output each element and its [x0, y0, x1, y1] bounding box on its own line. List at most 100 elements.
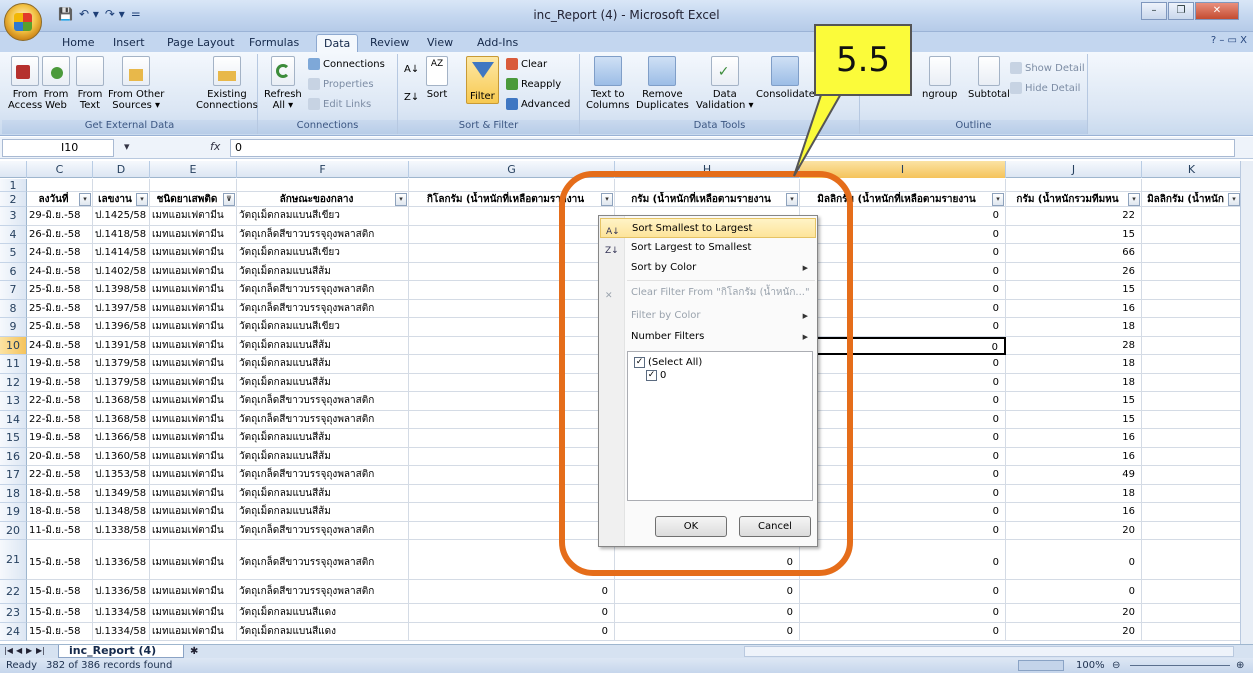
- connections-button[interactable]: Connections: [308, 58, 385, 70]
- cell-e14[interactable]: เมทแอมเฟตามีน: [150, 410, 237, 429]
- text-to-columns-button[interactable]: Text to Columns: [586, 56, 630, 111]
- cell-f8[interactable]: วัตถุเกล็ดสีขาวบรรจุถุงพลาสติก: [237, 299, 409, 318]
- cell-h24[interactable]: 0: [615, 622, 800, 641]
- cell-c3[interactable]: 29-มิ.ย.-58: [27, 207, 93, 226]
- cell-f10[interactable]: วัตถุเม็ดกลมแบนสีส้ม: [237, 336, 409, 355]
- filter-dropdown-icon[interactable]: ▾: [79, 193, 91, 206]
- cell-d15[interactable]: ป.1366/58: [93, 429, 150, 448]
- cell-k13[interactable]: [1142, 392, 1240, 411]
- row-header[interactable]: 10: [0, 336, 27, 355]
- column-header-f[interactable]: F: [237, 161, 409, 178]
- cell-e5[interactable]: เมทแอมเฟตามีน: [150, 244, 237, 263]
- header-cell-e[interactable]: ชนิดยาเสพติด ⊽: [150, 192, 237, 207]
- cell-c13[interactable]: 22-มิ.ย.-58: [27, 392, 93, 411]
- cell-c12[interactable]: 19-มิ.ย.-58: [27, 373, 93, 392]
- row-header[interactable]: 13: [0, 392, 27, 411]
- header-cell-k[interactable]: มิลลิกรัม (น้ำหนัก ▾: [1142, 192, 1240, 207]
- cell-d23[interactable]: ป.1334/58: [93, 604, 150, 623]
- insert-sheet-icon[interactable]: ✱: [190, 646, 198, 657]
- cell-j22[interactable]: 0: [1006, 580, 1142, 604]
- cell-j6[interactable]: 26: [1006, 262, 1142, 281]
- cell-f11[interactable]: วัตถุเม็ดกลมแบนสีส้ม: [237, 355, 409, 374]
- cell-f13[interactable]: วัตถุเกล็ดสีขาวบรรจุถุงพลาสติก: [237, 392, 409, 411]
- column-header-e[interactable]: E: [150, 161, 237, 178]
- cell-f9[interactable]: วัตถุเม็ดกลมแบนสีเขียว: [237, 318, 409, 337]
- cell-c21[interactable]: 15-มิ.ย.-58: [27, 540, 93, 580]
- cell-c16[interactable]: 20-มิ.ย.-58: [27, 447, 93, 466]
- cell-f22[interactable]: วัตถุเกล็ดสีขาวบรรจุถุงพลาสติก: [237, 580, 409, 604]
- cell-c19[interactable]: 18-มิ.ย.-58: [27, 503, 93, 522]
- cell-k24[interactable]: [1142, 623, 1240, 641]
- cell-c1[interactable]: [27, 179, 93, 192]
- cell-d18[interactable]: ป.1349/58: [93, 484, 150, 503]
- row-header[interactable]: 6: [0, 262, 27, 281]
- tab-insert[interactable]: Insert: [106, 34, 152, 52]
- cell-c22[interactable]: 15-มิ.ย.-58: [27, 580, 93, 604]
- first-sheet-icon[interactable]: |◀: [4, 646, 13, 655]
- cell-f4[interactable]: วัตถุเกล็ดสีขาวบรรจุถุงพลาสติก: [237, 225, 409, 244]
- cell-e20[interactable]: เมทแอมเฟตามีน: [150, 521, 237, 540]
- sort-az-button[interactable]: A↓: [404, 64, 419, 75]
- tab-page-layout[interactable]: Page Layout: [160, 34, 242, 52]
- cell-c6[interactable]: 24-มิ.ย.-58: [27, 262, 93, 281]
- cell-c5[interactable]: 24-มิ.ย.-58: [27, 244, 93, 263]
- from-access-button[interactable]: From Access: [8, 56, 42, 111]
- name-box-dropdown-icon[interactable]: ▾: [124, 140, 130, 153]
- cell-c18[interactable]: 18-มิ.ย.-58: [27, 484, 93, 503]
- sort-button[interactable]: AZ Sort: [426, 56, 448, 100]
- cell-j10[interactable]: 28: [1006, 336, 1142, 355]
- cell-e17[interactable]: เมทแอมเฟตามีน: [150, 466, 237, 485]
- row-header[interactable]: 8: [0, 299, 27, 318]
- cell-f16[interactable]: วัตถุเม็ดกลมแบนสีส้ม: [237, 447, 409, 466]
- tab-formulas[interactable]: Formulas: [242, 34, 306, 52]
- cell-j13[interactable]: 15: [1006, 392, 1142, 411]
- cell-c23[interactable]: 15-มิ.ย.-58: [27, 604, 93, 623]
- cell-j9[interactable]: 18: [1006, 318, 1142, 337]
- cell-f21[interactable]: วัตถุเกล็ดสีขาวบรรจุถุงพลาสติก: [237, 540, 409, 580]
- cell-j18[interactable]: 18: [1006, 484, 1142, 503]
- filter-dropdown-icon[interactable]: ▾: [992, 193, 1004, 206]
- cell-f1[interactable]: [237, 179, 409, 192]
- cell-c24[interactable]: 15-มิ.ย.-58: [27, 622, 93, 641]
- header-cell-c[interactable]: ลงวันที่ ▾: [27, 192, 93, 207]
- ungroup-button[interactable]: ngroup: [922, 56, 957, 100]
- cell-k8[interactable]: [1142, 300, 1240, 318]
- cell-e4[interactable]: เมทแอมเฟตามีน: [150, 225, 237, 244]
- header-cell-f[interactable]: ลักษณะของกลาง ▾: [237, 192, 409, 207]
- office-button[interactable]: [4, 3, 42, 41]
- cell-c20[interactable]: 11-มิ.ย.-58: [27, 521, 93, 540]
- cell-d19[interactable]: ป.1348/58: [93, 503, 150, 522]
- cell-g22[interactable]: 0: [409, 580, 615, 604]
- row-header[interactable]: 2: [0, 192, 27, 207]
- row-header[interactable]: 20: [0, 521, 27, 540]
- cell-j7[interactable]: 15: [1006, 281, 1142, 300]
- cell-j14[interactable]: 15: [1006, 410, 1142, 429]
- cell-i23[interactable]: 0: [800, 604, 1006, 623]
- cell-d17[interactable]: ป.1353/58: [93, 466, 150, 485]
- tab-add-ins[interactable]: Add-Ins: [470, 34, 525, 52]
- cell-e16[interactable]: เมทแอมเฟตามีน: [150, 447, 237, 466]
- cell-d5[interactable]: ป.1414/58: [93, 244, 150, 263]
- cell-k19[interactable]: [1142, 503, 1240, 522]
- cell-j8[interactable]: 16: [1006, 299, 1142, 318]
- column-header-j[interactable]: J: [1006, 161, 1142, 178]
- cell-i22[interactable]: 0: [800, 580, 1006, 604]
- cell-j24[interactable]: 20: [1006, 622, 1142, 641]
- row-header[interactable]: 4: [0, 225, 27, 244]
- cell-e11[interactable]: เมทแอมเฟตามีน: [150, 355, 237, 374]
- cell-k22[interactable]: [1142, 580, 1240, 604]
- cell-j5[interactable]: 66: [1006, 244, 1142, 263]
- cell-e9[interactable]: เมทแอมเฟตามีน: [150, 318, 237, 337]
- cell-k20[interactable]: [1142, 522, 1240, 540]
- cell-d1[interactable]: [93, 179, 150, 192]
- cell-e3[interactable]: เมทแอมเฟตามีน: [150, 207, 237, 226]
- filter-button[interactable]: Filter: [466, 56, 499, 104]
- column-header-c[interactable]: C: [27, 161, 93, 178]
- cell-f5[interactable]: วัตถุเม็ดกลมแบนสีเขียว: [237, 244, 409, 263]
- tab-review[interactable]: Review: [363, 34, 416, 52]
- row-header[interactable]: 16: [0, 447, 27, 466]
- cell-e15[interactable]: เมทแอมเฟตามีน: [150, 429, 237, 448]
- cell-f7[interactable]: วัตถุเกล็ดสีขาวบรรจุถุงพลาสติก: [237, 281, 409, 300]
- cell-k12[interactable]: [1142, 374, 1240, 392]
- cell-d16[interactable]: ป.1360/58: [93, 447, 150, 466]
